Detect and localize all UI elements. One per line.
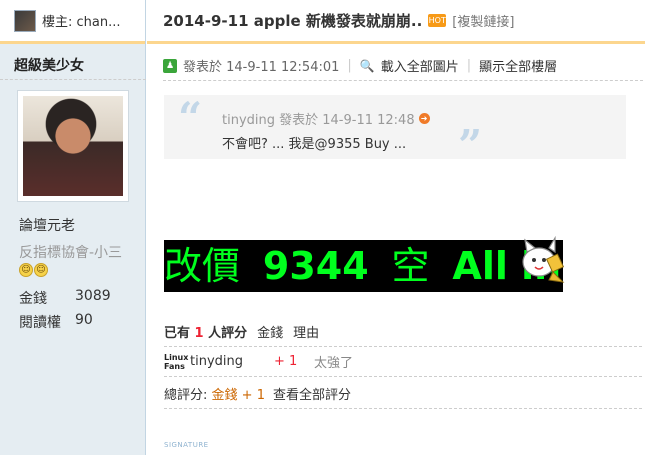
quote-block: “ tinyding 發表於 14-9-11 12:48 ➜ 不會吧? ... … <box>164 93 626 169</box>
stat-read-permission: 閱讀權 90 <box>19 312 93 332</box>
copy-link-button[interactable]: [複製鏈接] <box>452 11 514 30</box>
host-avatar[interactable] <box>14 9 36 32</box>
magnifier-icon: 🔍 <box>359 58 375 73</box>
user-rank[interactable]: 論壇元老 <box>19 215 75 235</box>
smiley-icon: ☺ <box>34 263 48 277</box>
show-all-floors-link[interactable]: 顯示全部樓層 <box>479 56 557 75</box>
post-text-part: 空 <box>368 244 453 288</box>
rating-total: 總評分: 金錢 + 1 查看全部評分 <box>164 384 351 403</box>
divider <box>0 79 146 80</box>
divider <box>164 408 642 409</box>
stat-value: 3089 <box>75 288 111 304</box>
online-status-icon: ♟ <box>163 58 177 73</box>
separator: | <box>466 58 472 73</box>
thread-title[interactable]: 2014-9-11 apple 新機發表就崩崩.. <box>163 10 422 31</box>
load-all-images-link[interactable]: 載入全部圖片 <box>381 56 459 75</box>
rating-head-prefix: 已有 <box>164 326 191 341</box>
stat-money: 金錢 3089 <box>19 288 111 308</box>
floor-host-label[interactable]: 樓主: chan... <box>42 11 121 30</box>
author-sidebar: 樓主: chan... 超級美少女 論壇元老 反指標協會-小三 ☺ ☺ 金錢 3… <box>0 0 146 455</box>
rater-name[interactable]: tinyding <box>190 354 274 369</box>
rating-total-value: 金錢 + 1 <box>211 388 265 403</box>
rater-score: + 1 <box>274 354 298 369</box>
divider <box>163 80 643 81</box>
post-meta: ♟ 發表於 14-9-11 12:54:01 | 🔍 載入全部圖片 | 顯示全部… <box>163 56 557 75</box>
cat-emoticon-icon <box>522 236 565 283</box>
smiley-group: ☺ ☺ <box>19 263 48 277</box>
rating-row: Linux Fans tinyding + 1 太強了 <box>164 352 354 372</box>
quote-close-icon: ” <box>458 121 483 170</box>
quote-author-text: tinyding 發表於 14-9-11 12:48 <box>222 113 415 128</box>
post-area: 2014-9-11 apple 新機發表就崩崩.. HOT [複製鏈接] ♟ 發… <box>147 0 645 455</box>
hot-thread-icon: HOT <box>428 14 447 27</box>
stat-label: 閱讀權 <box>19 315 61 331</box>
view-all-ratings-link[interactable]: 查看全部評分 <box>273 384 351 403</box>
rating-column-money: 金錢 <box>257 326 284 341</box>
rating-header: 已有 1 人評分 金錢 理由 <box>164 322 319 341</box>
rating-total-label: 總評分: 金錢 + 1 <box>164 384 265 403</box>
rater-reason: 太強了 <box>314 356 354 371</box>
rating-count: 1 <box>194 326 204 341</box>
stat-value: 90 <box>75 312 93 328</box>
post-text-part: 改價 <box>164 244 263 288</box>
post-time: 發表於 14-9-11 12:54:01 <box>183 60 340 75</box>
rater-avatar[interactable]: Linux Fans <box>164 353 188 371</box>
quote-author: tinyding 發表於 14-9-11 12:48 ➜ <box>222 109 430 128</box>
rating-head-suffix: 人評分 <box>208 326 248 341</box>
quote-open-icon: “ <box>178 93 203 142</box>
post-content-highlight: 改價 9344 空 All in <box>164 240 564 292</box>
avatar[interactable] <box>17 90 129 202</box>
post-text-number: 9344 <box>262 244 369 288</box>
rating-total-label-text: 總評分: <box>164 388 208 403</box>
jump-to-post-icon[interactable]: ➜ <box>418 113 430 124</box>
smiley-icon: ☺ <box>19 263 33 277</box>
stat-label: 金錢 <box>19 291 47 307</box>
user-custom-title: 反指標協會-小三 <box>19 245 123 261</box>
avatar-image <box>23 96 123 196</box>
rating-column-reason: 理由 <box>293 326 320 341</box>
signature-label: SIGNATURE <box>164 441 209 449</box>
rating-head-text: 已有 1 人評分 <box>164 322 247 341</box>
separator: | <box>347 58 352 73</box>
author-username[interactable]: 超級美少女 <box>14 55 145 75</box>
divider <box>164 376 642 377</box>
quote-text: 不會吧? ... 我是@9355 Buy ... <box>222 137 407 152</box>
divider <box>164 346 642 347</box>
thread-header: 2014-9-11 apple 新機發表就崩崩.. HOT [複製鏈接] <box>147 0 645 44</box>
floor-host-bar: 樓主: chan... <box>0 0 145 44</box>
